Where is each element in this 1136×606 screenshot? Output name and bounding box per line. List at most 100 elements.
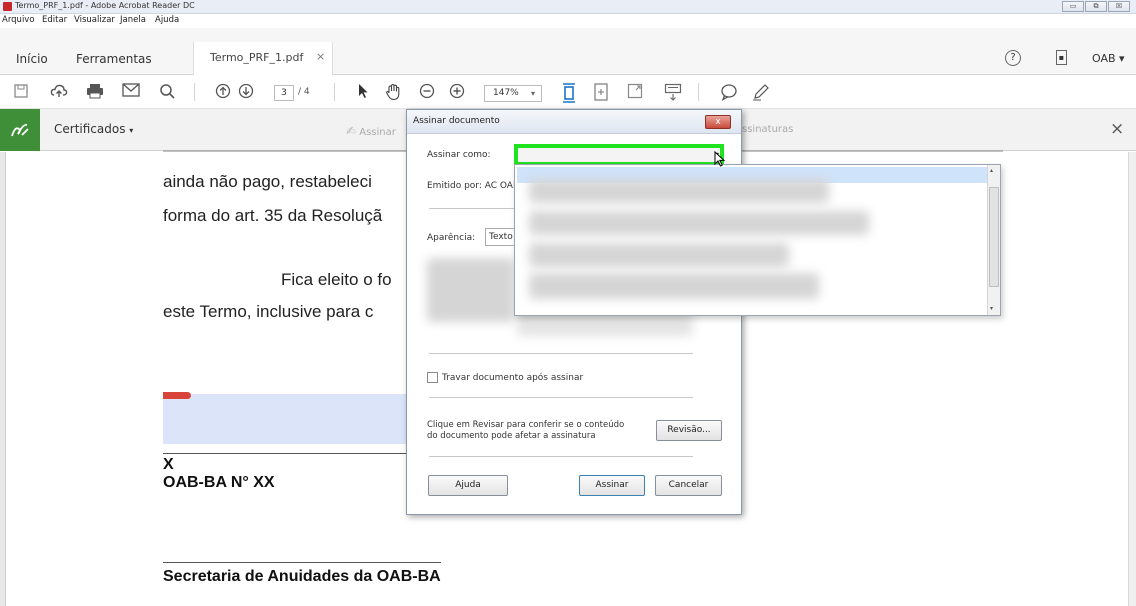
comment-icon[interactable] (720, 83, 738, 101)
secretaria-line (163, 562, 441, 563)
tab-inicio[interactable]: Início (16, 52, 48, 66)
help-button[interactable]: Ajuda (428, 475, 508, 496)
document-text-line: Fica eleito o fo (281, 270, 392, 289)
dialog-divider (429, 397, 693, 398)
left-panel-collapsed[interactable] (0, 152, 6, 606)
fit-page-icon[interactable] (560, 83, 578, 103)
aparencia-select[interactable]: Texto (485, 228, 517, 246)
document-text-line: este Termo, inclusive para c (163, 302, 374, 321)
scroll-down-icon[interactable]: ▾ (990, 305, 993, 312)
digital-sign-button[interactable]: ✍ Assinar (346, 124, 396, 138)
menu-janela[interactable]: Janela (120, 15, 146, 25)
zoom-value: 147% (493, 88, 519, 98)
certificates-label: Certificados (54, 122, 126, 136)
review-button[interactable]: Revisão... (656, 420, 722, 441)
assinar-como-select[interactable]: ▾ (514, 144, 724, 166)
tab-row: Início Ferramentas Termo_PRF_1.pdf × ? ▪… (0, 28, 1136, 75)
main-toolbar: 3 / 4 147% ▾ (0, 75, 1136, 109)
dialog-divider (429, 456, 693, 457)
zoom-in-icon[interactable] (448, 83, 466, 101)
page-number-input[interactable]: 3 (274, 85, 294, 101)
dialog-titlebar: Assinar documento x (407, 110, 741, 134)
emitido-por-label: Emitido por: AC OAB (427, 181, 520, 191)
tab-ferramentas[interactable]: Ferramentas (76, 52, 152, 66)
menu-ajuda[interactable]: Ajuda (155, 15, 179, 25)
list-item-blurred[interactable] (529, 211, 869, 235)
signature-line (163, 453, 408, 454)
account-menu[interactable]: OAB ▾ (1092, 52, 1125, 65)
mouse-cursor-icon (714, 150, 726, 170)
cloud-upload-icon[interactable] (50, 83, 68, 101)
dialog-close-button[interactable]: x (705, 115, 731, 129)
dialog-divider (429, 353, 693, 354)
menu-editar[interactable]: Editar (42, 15, 67, 25)
document-text-line: ainda não pago, restabeleci (163, 172, 372, 191)
save-icon[interactable] (12, 83, 30, 101)
rotate-page-icon[interactable] (592, 83, 610, 101)
list-item-blurred[interactable] (529, 273, 819, 299)
toolbar-divider (194, 83, 195, 101)
zoom-select[interactable]: 147% ▾ (484, 85, 542, 102)
toolbar-divider (334, 83, 335, 101)
signature-oab-id: OAB-BA N° XX (163, 474, 275, 491)
review-text: do documento pode afetar a assinatura (427, 431, 596, 441)
hand-icon[interactable] (384, 83, 402, 101)
search-icon[interactable] (158, 83, 176, 101)
page-down-icon[interactable] (237, 83, 255, 101)
list-item-blurred[interactable] (529, 179, 829, 203)
tab-document-label: Termo_PRF_1.pdf (210, 51, 304, 64)
minimize-button[interactable]: ▭ (1062, 1, 1084, 12)
page-up-icon[interactable] (214, 83, 232, 101)
cancel-button[interactable]: Cancelar (655, 475, 722, 496)
chevron-down-icon: ▾ (530, 89, 535, 98)
chevron-down-icon: ▾ (129, 126, 134, 135)
close-window-button[interactable]: ☒ (1108, 1, 1130, 12)
list-item-blurred[interactable] (529, 243, 789, 267)
account-label: OAB (1092, 52, 1116, 65)
window-title: Termo_PRF_1.pdf - Adobe Acrobat Reader D… (15, 1, 195, 10)
zoom-out-icon[interactable] (418, 83, 436, 101)
chevron-down-icon: ▾ (1119, 52, 1125, 65)
lock-document-checkbox[interactable] (427, 372, 438, 383)
scroll-up-icon[interactable]: ▴ (990, 167, 993, 174)
signature-flag-icon (163, 392, 191, 399)
sign-pen-icon: ✍ (346, 124, 357, 138)
signature-field[interactable] (163, 394, 408, 444)
document-scrollbar[interactable] (1128, 152, 1136, 606)
document-text-line: forma do art. 35 da Resoluçã (163, 206, 383, 225)
window-titlebar: Termo_PRF_1.pdf - Adobe Acrobat Reader D… (0, 0, 1136, 14)
certificates-menu[interactable]: Certificados ▾ (54, 122, 133, 136)
dialog-title: Assinar documento (413, 116, 500, 126)
lock-document-label: Travar documento após assinar (442, 373, 584, 383)
acrobat-icon (3, 2, 12, 11)
tab-document[interactable]: Termo_PRF_1.pdf × (193, 42, 333, 75)
review-text: Clique em Revisar para conferir se o con… (427, 420, 625, 430)
signature-x: X (163, 456, 174, 473)
restore-button[interactable]: ⧉ (1085, 1, 1107, 12)
dropdown-scrollbar[interactable]: ▴ ▾ (987, 165, 1000, 315)
aparencia-label: Aparência: (427, 233, 476, 243)
mail-icon[interactable] (122, 83, 140, 101)
validate-signatures-button[interactable]: ssinaturas (742, 124, 793, 135)
sign-button[interactable]: Assinar (579, 475, 645, 496)
pen-icon[interactable] (752, 83, 770, 101)
help-icon[interactable]: ? (1005, 50, 1021, 66)
mobile-icon[interactable]: ▪ (1056, 50, 1067, 65)
tab-close-icon[interactable]: × (316, 50, 325, 63)
scroll-mode-icon[interactable] (664, 83, 682, 101)
toolbar-divider (698, 83, 699, 101)
print-icon[interactable] (86, 83, 104, 101)
secretaria-label: Secretaria de Anuidades da OAB-BA (163, 568, 441, 585)
scroll-thumb[interactable] (989, 187, 999, 287)
certificate-dropdown-list[interactable]: ▴ ▾ (514, 164, 1001, 316)
page-total: / 4 (298, 87, 310, 97)
close-toolbar-icon[interactable]: × (1110, 119, 1124, 139)
select-arrow-icon[interactable] (354, 83, 372, 101)
menu-arquivo[interactable]: Arquivo (2, 15, 35, 25)
menu-visualizar[interactable]: Visualizar (74, 15, 115, 25)
appearance-preview-blurred (427, 258, 515, 322)
full-screen-icon[interactable] (626, 83, 644, 101)
menu-bar: Arquivo Editar Visualizar Janela Ajuda (0, 14, 1136, 28)
assinar-como-label: Assinar como: (427, 150, 491, 160)
certificate-icon (0, 109, 40, 151)
